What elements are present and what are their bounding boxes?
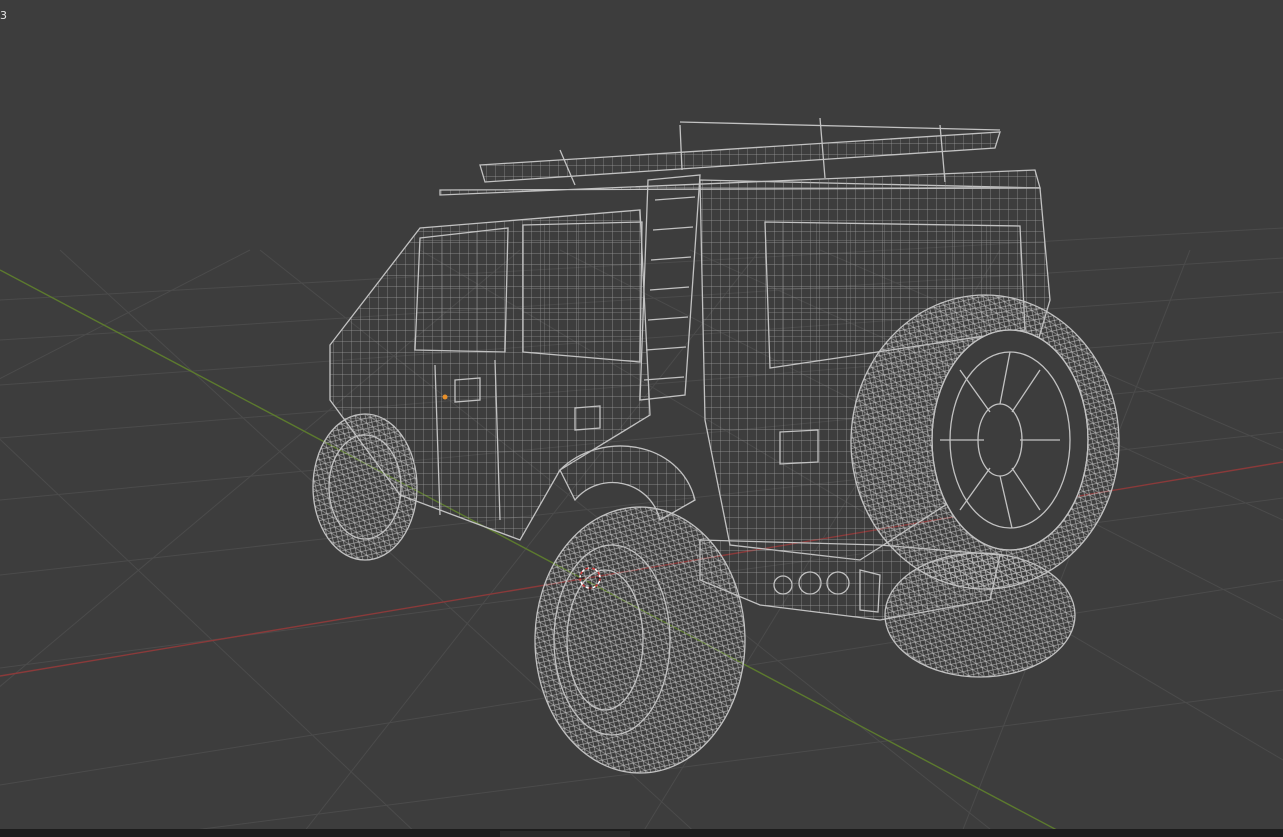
bottom-editor-border (0, 829, 1283, 837)
bottom-header-tab[interactable] (500, 831, 630, 837)
object-origin-dot[interactable] (442, 394, 448, 400)
vehicle-wireframe[interactable] (312, 117, 1120, 774)
viewport-corner-label: 3 (0, 9, 7, 22)
viewport-scene[interactable] (0, 0, 1283, 837)
3d-viewport[interactable]: 3 (0, 0, 1283, 837)
